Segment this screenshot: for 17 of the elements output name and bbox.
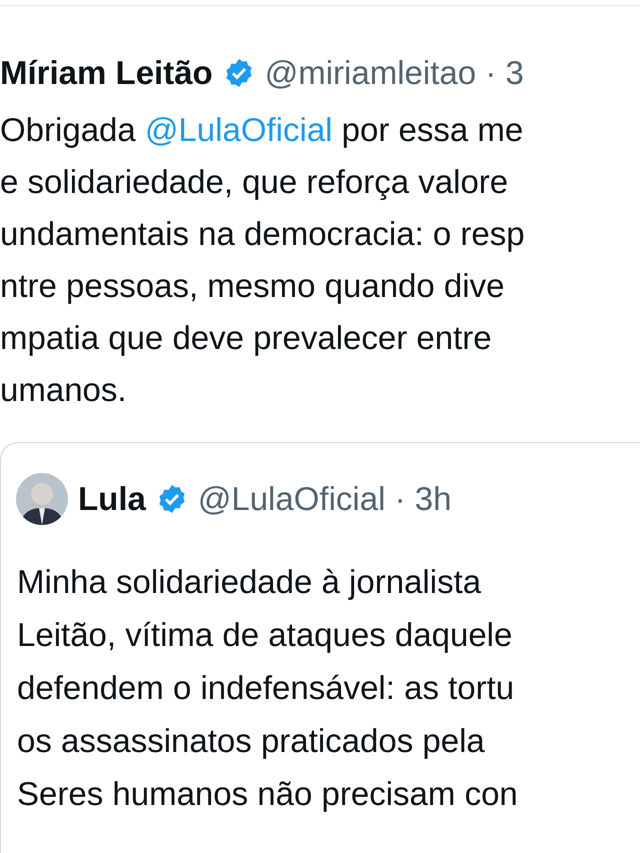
tweet-text-line: Leitão, vítima de ataques daquele [17, 615, 514, 655]
tweet-text-line: umanos. [0, 370, 128, 410]
author-handle[interactable]: @miriamleitao · 3 [264, 54, 524, 92]
tweet-text-line: e solidariedade, que reforça valore [0, 162, 510, 202]
tweet-text-line: Obrigada @LulaOficial por essa me [0, 110, 524, 150]
author-name[interactable]: Míriam Leitão [0, 54, 213, 92]
tweet-text-line: defendem o indefensável: as tortu [17, 668, 516, 708]
tweet-text-line: ntre pessoas, mesmo quando dive [0, 266, 506, 306]
author-handle[interactable]: @LulaOficial · 3h [198, 480, 452, 518]
avatar-icon [16, 473, 68, 525]
tweet-text-line: undamentais na democracia: o resp [0, 214, 526, 254]
tweet-text-line: mpatia que deve prevalecer entre [0, 318, 493, 358]
tweet-text-line: Seres humanos não precisam con [17, 774, 519, 814]
tweet-text-line: Minha solidariedade à jornalista [17, 562, 482, 602]
tweet-text-line: os assassinatos praticados pela [17, 721, 486, 761]
author-name[interactable]: Lula [78, 480, 146, 518]
quoted-tweet-card[interactable]: Lula @LulaOficial · 3h Minha solidariedade à jornalista Leitão, vítima de ataques daquele defendem o indefensável: as tortu os assassinatos praticados pela Seres humanos não precisam con [0, 442, 640, 853]
